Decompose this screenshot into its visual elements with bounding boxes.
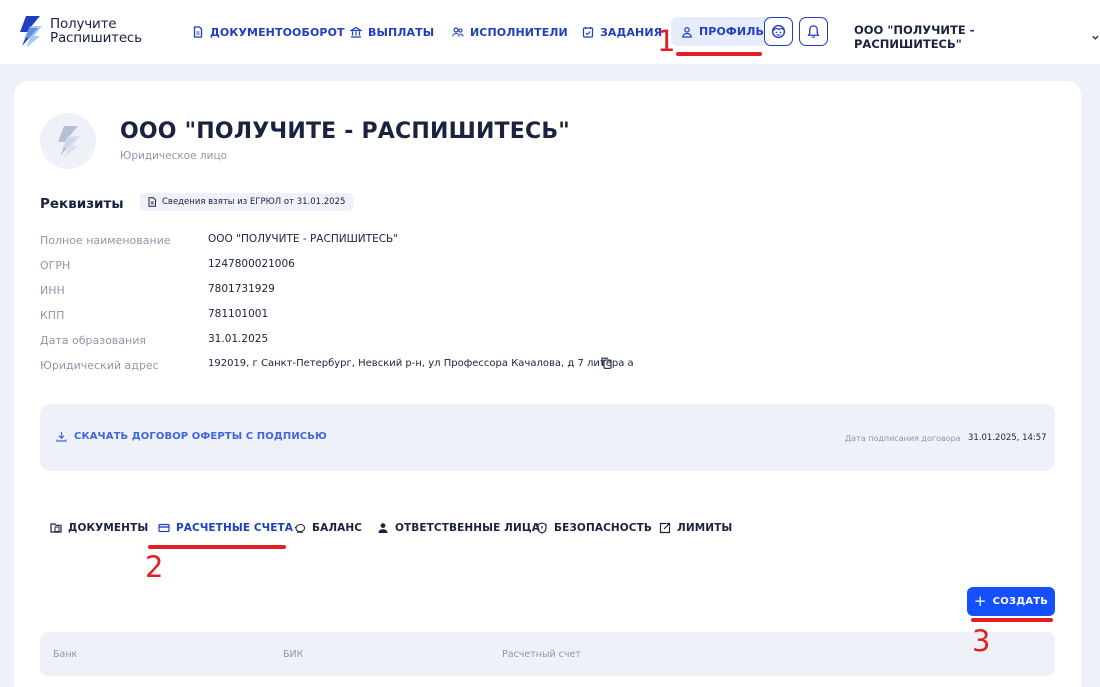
nav-documents-label: ДОКУМЕНТООБОРОТ <box>210 25 345 39</box>
sign-date-value: 31.01.2025, 14:57 <box>968 433 1047 443</box>
annotation-underline-2 <box>148 545 286 549</box>
nav-documents[interactable]: ДОКУМЕНТООБОРОТ <box>192 18 345 46</box>
support-button[interactable] <box>764 17 793 46</box>
limits-icon <box>659 522 671 534</box>
download-contract-label: СКАЧАТЬ ДОГОВОР ОФЕРТЫ С ПОДПИСЬЮ <box>74 431 327 442</box>
requisite-value: 1247800021006 <box>208 258 295 270</box>
requisite-label: ОГРН <box>40 259 71 272</box>
tab-security[interactable]: БЕЗОПАСНОСТЬ <box>536 522 652 534</box>
requisites-title: Реквизиты <box>40 196 124 212</box>
tab-documents-label: ДОКУМЕНТЫ <box>68 522 149 534</box>
sign-date-label: Дата подписания договора <box>845 434 961 443</box>
column-header-bik: БИК <box>283 649 304 660</box>
tab-balance-label: БАЛАНС <box>312 522 363 534</box>
credit-card-icon <box>158 523 170 533</box>
nav-payments-label: ВЫПЛАТЫ <box>368 25 435 39</box>
chevron-down-icon <box>1092 35 1099 40</box>
nav-tasks-label: ЗАДАНИЯ <box>600 25 663 39</box>
tab-limits[interactable]: ЛИМИТЫ <box>659 522 732 534</box>
company-selector-label: ООО "ПОЛУЧИТЕ - РАСПИШИТЕСЬ" <box>854 23 975 51</box>
nav-executors-label: ИСПОЛНИТЕЛИ <box>470 25 568 39</box>
accounts-table-header: Банк БИК Расчетный счет <box>40 632 1055 676</box>
column-header-account: Расчетный счет <box>502 649 581 660</box>
folder-document-icon <box>50 523 62 533</box>
requisite-label: ИНН <box>40 284 65 297</box>
annotation-number-3: 3 <box>972 624 991 658</box>
annotation-number-2: 2 <box>145 550 164 584</box>
shield-icon <box>537 522 547 534</box>
profile-card: ООО "ПОЛУЧИТЕ - РАСПИШИТЕСЬ" Юридическое… <box>14 81 1081 687</box>
tab-accounts-label: РАСЧЕТНЫЕ СЧЕТА <box>176 522 293 534</box>
logo-text: Получите Распишитесь <box>50 17 142 45</box>
document-icon <box>148 197 156 207</box>
requisite-label: Полное наименование <box>40 234 171 247</box>
create-account-button[interactable]: + СОЗДАТЬ <box>967 587 1055 616</box>
nav-tasks[interactable]: ЗАДАНИЯ <box>582 18 662 46</box>
bell-icon <box>807 25 820 38</box>
copy-icon[interactable] <box>601 357 612 369</box>
avatar <box>40 113 96 169</box>
annotation-number-1: 1 <box>657 24 676 58</box>
nav-payments[interactable]: ВЫПЛАТЫ <box>350 18 434 46</box>
bank-icon <box>350 26 362 38</box>
annotation-underline-3 <box>971 618 1053 622</box>
company-selector[interactable]: ООО "ПОЛУЧИТЕ - РАСПИШИТЕСЬ" <box>854 23 1100 51</box>
logo[interactable]: Получите Распишитесь <box>18 14 148 48</box>
logo-icon <box>20 16 42 46</box>
column-header-bank: Банк <box>53 649 78 660</box>
requisite-value: ООО "ПОЛУЧИТЕ - РАСПИШИТЕСЬ" <box>208 233 399 245</box>
notifications-button[interactable] <box>799 17 828 46</box>
users-icon <box>452 27 464 37</box>
calendar-check-icon <box>582 27 594 38</box>
requisite-label: Юридический адрес <box>40 359 159 372</box>
nav-profile-label: ПРОФИЛЬ <box>699 25 764 38</box>
requisite-value: 192019, г Санкт-Петербург, Невский р-н, … <box>208 358 634 369</box>
nav-executors[interactable]: ИСПОЛНИТЕЛИ <box>452 18 568 46</box>
page-title: ООО "ПОЛУЧИТЕ - РАСПИШИТЕСЬ" <box>120 119 570 144</box>
person-icon <box>378 523 388 533</box>
tab-balance[interactable]: БАЛАНС <box>294 522 362 534</box>
piggy-bank-icon <box>294 523 306 534</box>
requisite-value: 31.01.2025 <box>208 333 269 345</box>
top-header: Получите Распишитесь ДОКУМЕНТООБОРОТ ВЫП… <box>0 0 1100 64</box>
nav-profile[interactable]: ПРОФИЛЬ <box>671 17 774 46</box>
tab-responsible[interactable]: ОТВЕТСТВЕННЫЕ ЛИЦА <box>377 522 540 534</box>
tab-limits-label: ЛИМИТЫ <box>677 522 733 534</box>
company-logo-icon <box>58 126 80 156</box>
tab-responsible-label: ОТВЕТСТВЕННЫЕ ЛИЦА <box>395 522 540 534</box>
annotation-underline-1 <box>676 52 762 56</box>
user-icon <box>682 26 692 38</box>
egrul-badge: Сведения взяты из ЕГРЮЛ от 31.01.2025 <box>140 193 354 211</box>
logo-line2: Распишитесь <box>50 30 142 46</box>
tab-documents[interactable]: ДОКУМЕНТЫ <box>50 522 148 534</box>
download-icon <box>56 432 67 442</box>
create-button-label: СОЗДАТЬ <box>992 596 1049 607</box>
plus-icon: + <box>973 592 987 610</box>
requisite-value: 7801731929 <box>208 283 275 295</box>
contract-panel: СКАЧАТЬ ДОГОВОР ОФЕРТЫ С ПОДПИСЬЮ Дата п… <box>40 404 1055 471</box>
tab-security-label: БЕЗОПАСНОСТЬ <box>554 522 652 534</box>
requisite-label: КПП <box>40 309 65 322</box>
download-contract-link[interactable]: СКАЧАТЬ ДОГОВОР ОФЕРТЫ С ПОДПИСЬЮ <box>56 431 327 442</box>
requisite-value: 781101001 <box>208 308 269 320</box>
tab-accounts[interactable]: РАСЧЕТНЫЕ СЧЕТА <box>158 522 293 534</box>
support-face-icon <box>771 24 786 39</box>
egrul-badge-text: Сведения взяты из ЕГРЮЛ от 31.01.2025 <box>162 197 346 207</box>
logo-line1: Получите <box>50 16 117 32</box>
org-type: Юридическое лицо <box>120 150 228 162</box>
requisite-label: Дата образования <box>40 334 146 347</box>
document-icon <box>193 26 203 38</box>
